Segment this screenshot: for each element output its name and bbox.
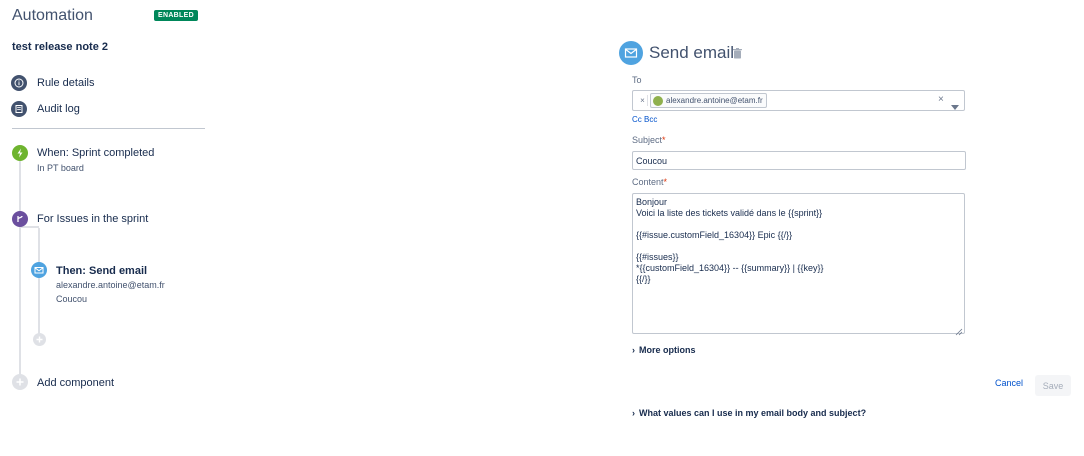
branch-connector-horizontal xyxy=(21,226,39,228)
subject-input[interactable] xyxy=(632,151,966,170)
save-button[interactable]: Save xyxy=(1035,375,1071,396)
add-component-button[interactable] xyxy=(12,374,28,390)
more-options-label: More options xyxy=(639,345,696,355)
editor-title: Send email xyxy=(649,43,735,62)
cc-bcc-link[interactable]: Cc Bcc xyxy=(632,115,657,124)
required-mark: * xyxy=(663,177,668,187)
list-icon xyxy=(11,101,27,117)
action-subject: Coucou xyxy=(56,294,88,304)
action-title[interactable]: Then: Send email xyxy=(56,265,147,277)
more-options-toggle[interactable]: › More options xyxy=(632,345,696,355)
branch-connector xyxy=(38,228,40,340)
sidebar-item-rule-details[interactable]: Rule details xyxy=(11,74,94,92)
envelope-icon[interactable] xyxy=(31,262,47,278)
branch-title[interactable]: For Issues in the sprint xyxy=(37,213,148,225)
content-textarea[interactable]: Bonjour Voici la liste des tickets valid… xyxy=(632,193,965,334)
rule-name: test release note 2 xyxy=(12,41,108,53)
help-values-label: What values can I use in my email body a… xyxy=(639,408,867,418)
sidebar-item-label: Audit log xyxy=(37,103,80,115)
required-mark: * xyxy=(662,135,666,145)
content-label: Content* xyxy=(632,177,668,187)
chevron-down-icon[interactable] xyxy=(951,97,959,115)
page-title: Automation xyxy=(12,7,93,24)
lightning-icon[interactable] xyxy=(12,145,28,161)
help-values-toggle[interactable]: › What values can I use in my email body… xyxy=(632,408,866,418)
add-component-label[interactable]: Add component xyxy=(37,377,114,389)
to-field[interactable]: × alexandre.antoine@etam.fr × xyxy=(632,90,965,111)
trigger-subtitle: In PT board xyxy=(37,163,84,173)
chevron-right-icon: › xyxy=(632,345,635,355)
recipient-chip-label: alexandre.antoine@etam.fr xyxy=(666,96,763,105)
chip-remove-button[interactable]: × xyxy=(638,95,648,106)
trigger-title[interactable]: When: Sprint completed xyxy=(37,147,154,159)
envelope-icon xyxy=(619,41,643,65)
sidebar-item-label: Rule details xyxy=(37,77,95,89)
trash-icon[interactable] xyxy=(733,46,742,64)
branch-icon[interactable] xyxy=(12,211,28,227)
add-branch-component-button[interactable] xyxy=(33,333,46,346)
info-icon xyxy=(11,75,27,91)
to-label: To xyxy=(632,75,642,85)
status-badge: ENABLED xyxy=(154,10,198,21)
flow-connector xyxy=(19,160,21,383)
cancel-button[interactable]: Cancel xyxy=(995,378,1023,388)
divider xyxy=(12,128,205,129)
chevron-right-icon: › xyxy=(632,408,635,418)
sidebar-item-audit-log[interactable]: Audit log xyxy=(11,100,80,118)
subject-label: Subject* xyxy=(632,135,666,145)
resize-handle-icon[interactable] xyxy=(955,323,963,341)
action-recipient: alexandre.antoine@etam.fr xyxy=(56,280,165,290)
recipient-chip[interactable]: alexandre.antoine@etam.fr xyxy=(650,93,767,108)
clear-icon[interactable]: × xyxy=(938,94,944,105)
avatar xyxy=(653,95,663,106)
